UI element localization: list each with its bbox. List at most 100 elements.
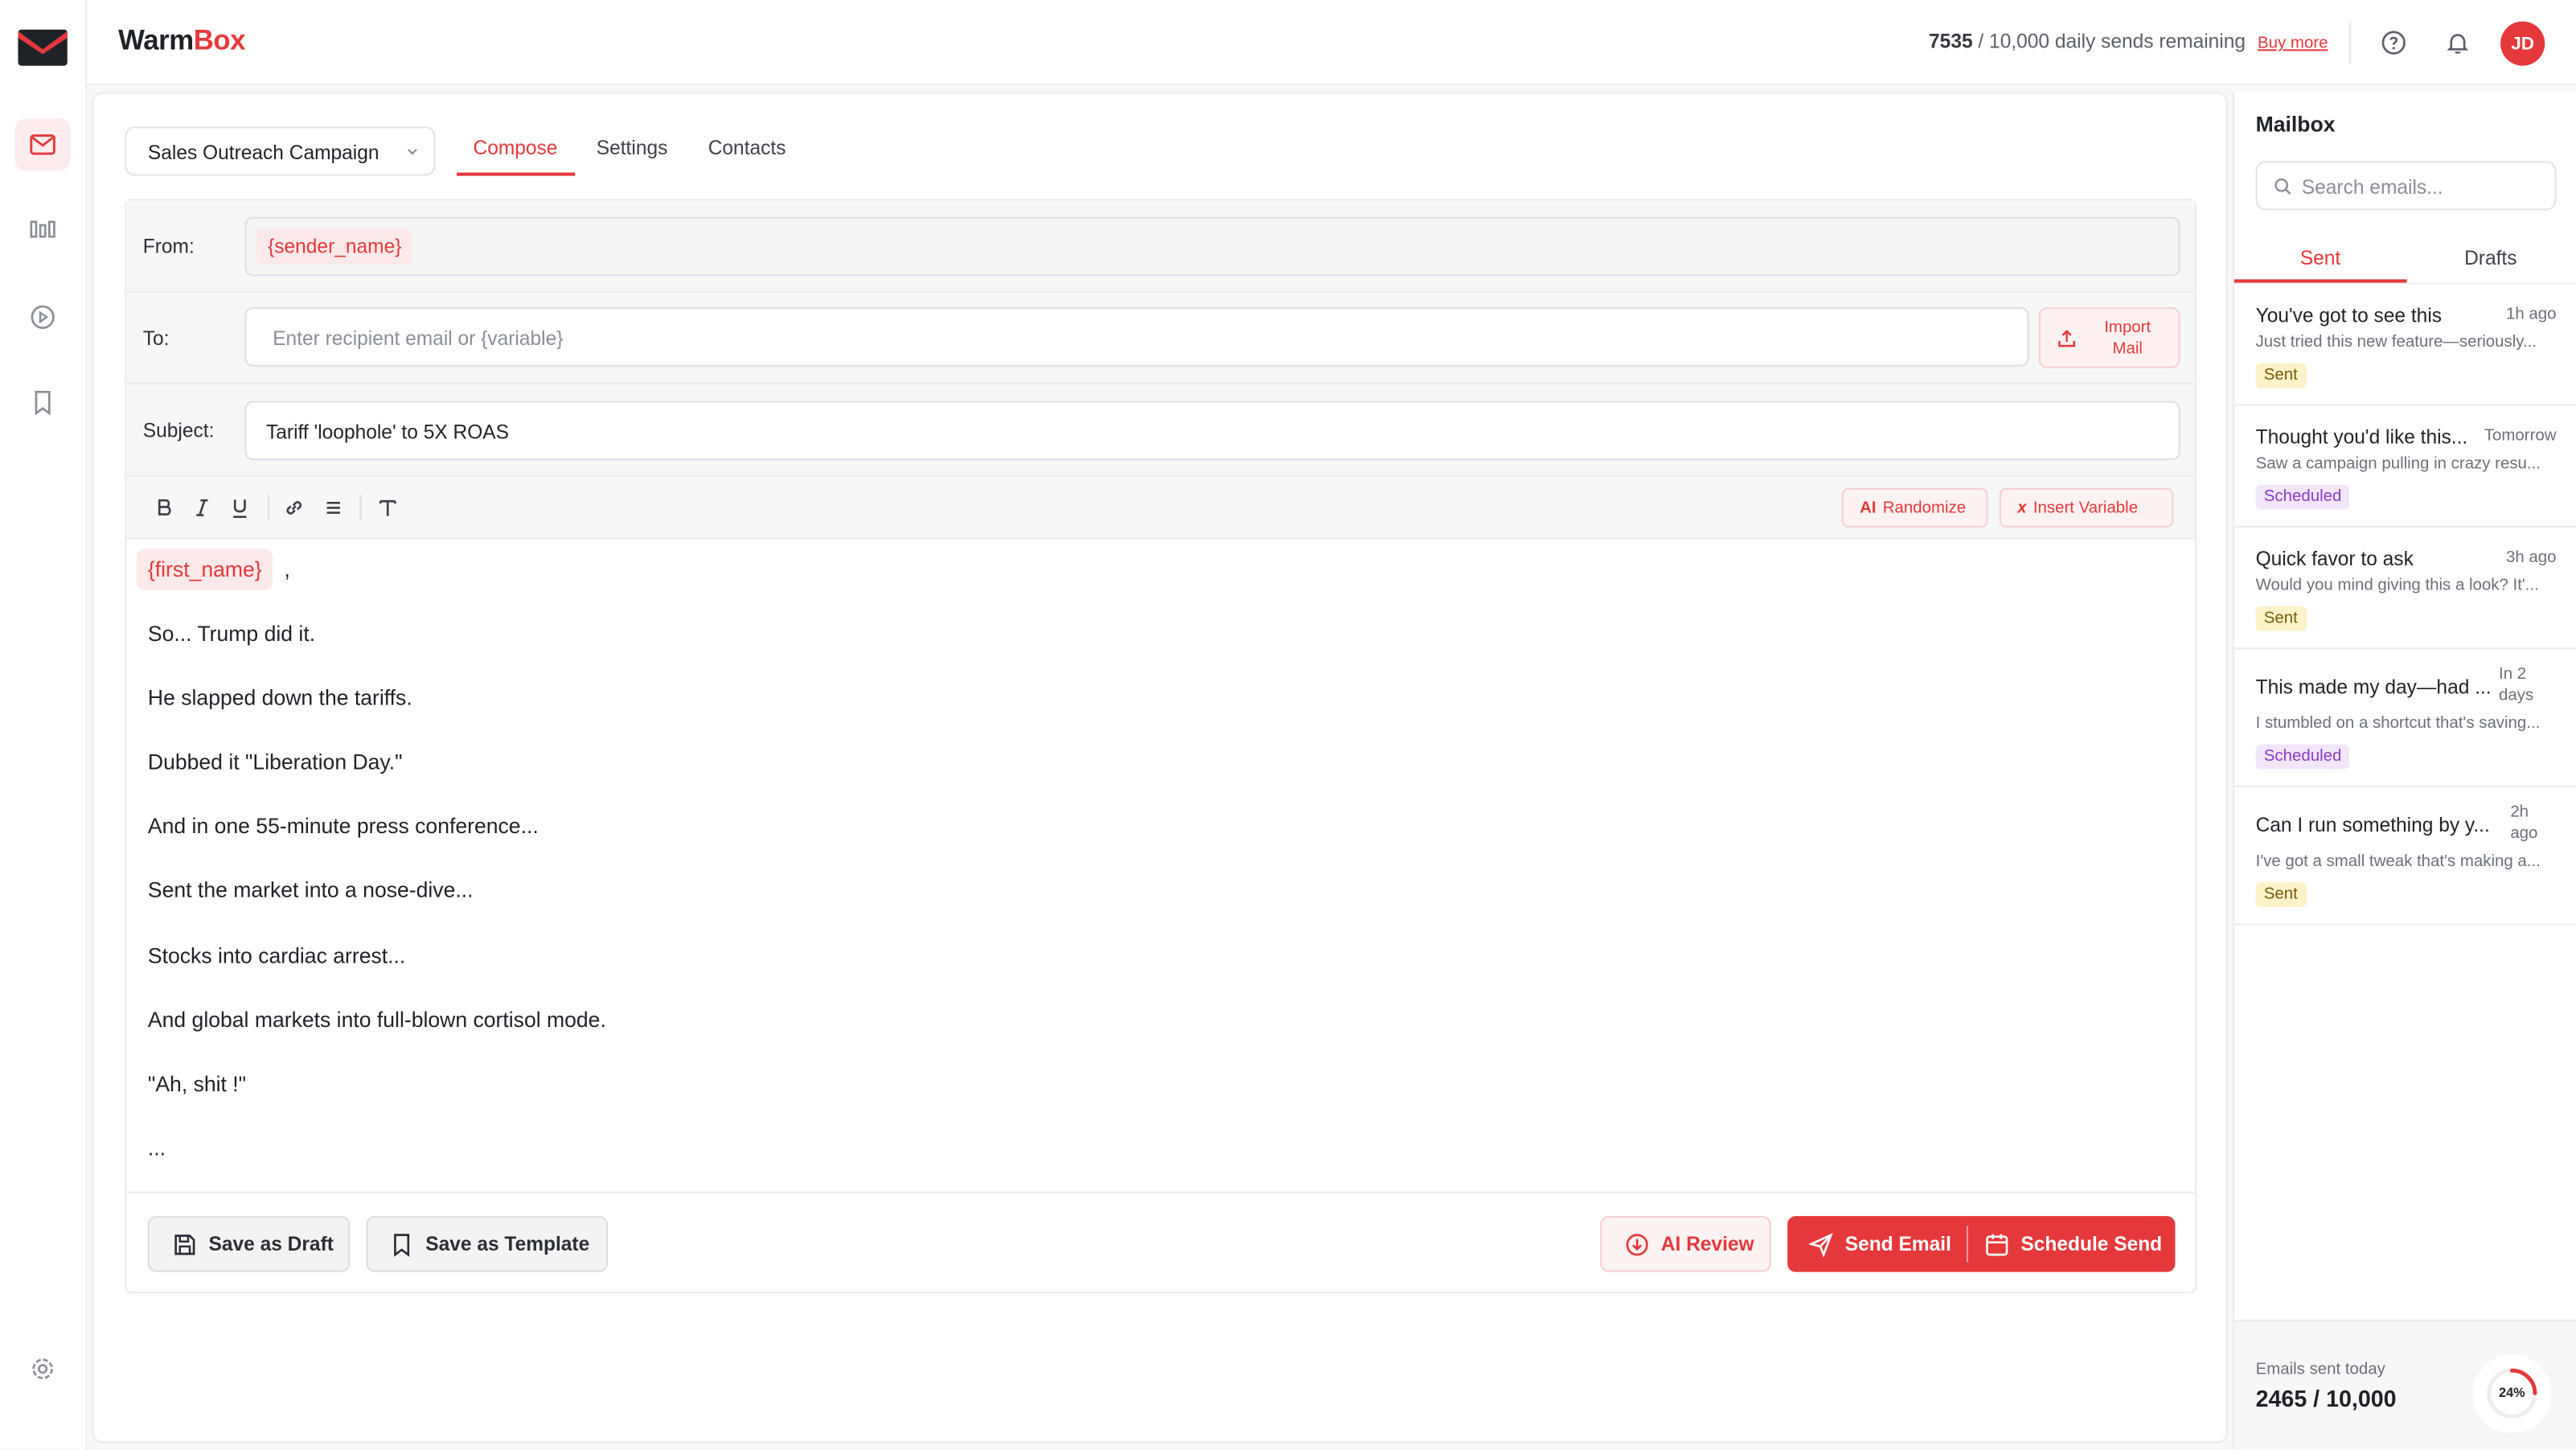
sends-text: / 10,000 daily sends remaining	[1972, 29, 2246, 53]
recipient-input[interactable]: Enter recipient email or {variable}	[244, 307, 2029, 367]
top-header: WarmBox 7535 / 10,000 daily sends remain…	[87, 0, 2576, 86]
subject-input[interactable]: Tariff 'loophole' to 5X ROAS	[244, 400, 2180, 461]
body-line: "Ah, shit !"	[147, 1071, 247, 1096]
help-icon[interactable]	[2377, 27, 2410, 60]
underline-icon[interactable]	[228, 496, 252, 520]
bold-icon[interactable]	[153, 496, 176, 520]
mail-list-item[interactable]: Quick favor to ask 3h ago Would you mind…	[2234, 528, 2576, 650]
mail-preview: I've got a small tweak that's making a..…	[2255, 852, 2541, 872]
nav-bookmark-icon[interactable]	[14, 376, 70, 429]
body-line: And global markets into full-blown corti…	[147, 1007, 606, 1033]
send-icon	[1808, 1232, 1833, 1257]
composer-footer-divider	[126, 1191, 2195, 1193]
mail-time: 3h ago	[2506, 548, 2557, 567]
tab-compose[interactable]: Compose	[473, 137, 557, 176]
mail-list-item[interactable]: You've got to see this 1h ago Just tried…	[2234, 285, 2576, 406]
status-badge: Sent	[2255, 606, 2307, 631]
italic-icon[interactable]	[191, 496, 214, 520]
from-field[interactable]: {sender_name}	[244, 216, 2180, 277]
brand-part-1: Warm	[118, 24, 194, 56]
app-root: WarmBox 7535 / 10,000 daily sends remain…	[0, 0, 2576, 1450]
from-label: From:	[142, 235, 195, 258]
notifications-bell-icon[interactable]	[2441, 27, 2474, 60]
ai-randomize-label: Randomize	[1882, 499, 1967, 518]
sends-count: 7535	[1929, 29, 1973, 53]
body-line: ...	[147, 1135, 166, 1160]
upload-icon	[2058, 330, 2076, 347]
sent-today-value: 2465 / 10,000	[2255, 1385, 2397, 1412]
left-rail	[0, 0, 88, 1450]
mailbox-panel: Mailbox Search emails... Sent Drafts You…	[2232, 92, 2576, 1450]
send-email-button[interactable]: Send Email	[1787, 1216, 1968, 1272]
mail-list-item[interactable]: Can I run something by y... 2h ago I've …	[2234, 787, 2576, 926]
mail-subject: Can I run something by y...	[2255, 813, 2490, 837]
mail-preview: I stumbled on a shortcut that's saving..…	[2255, 714, 2541, 733]
sent-today-label: Emails sent today	[2255, 1360, 2385, 1379]
search-placeholder: Search emails...	[2301, 175, 2443, 199]
mail-time: Tomorrow	[2484, 427, 2557, 446]
save-disk-icon	[174, 1234, 195, 1255]
mail-preview: Would you mind giving this a look? It'..…	[2255, 577, 2539, 595]
mail-subject: This made my day—had ...	[2255, 675, 2492, 699]
status-badge: Sent	[2255, 882, 2307, 907]
mailbox-search-input[interactable]: Search emails...	[2255, 161, 2557, 211]
to-row: To: Enter recipient email or {variable} …	[126, 292, 2195, 385]
body-line: And in one 55-minute press conference...	[147, 813, 539, 839]
link-icon[interactable]	[282, 496, 306, 520]
body-line: Sent the market into a nose-dive...	[147, 877, 474, 902]
import-mail-button[interactable]: Import Mail	[2038, 307, 2180, 368]
search-icon	[2275, 178, 2291, 195]
mail-subject: Quick favor to ask	[2255, 547, 2414, 571]
mailbox-tab-underline	[2234, 279, 2407, 283]
ai-review-icon	[1626, 1233, 1648, 1255]
email-composer: From: {sender_name} To: Enter recipient …	[125, 199, 2197, 1294]
mailbox-tab-drafts[interactable]: Drafts	[2464, 247, 2517, 270]
tab-contacts[interactable]: Contacts	[708, 137, 786, 176]
mail-list-item[interactable]: This made my day—had ... In 2 days I stu…	[2234, 649, 2576, 787]
ai-randomize-button[interactable]: AI Randomize	[1841, 487, 1988, 528]
app-logo-icon[interactable]	[16, 27, 68, 69]
brand-part-2: Box	[193, 24, 246, 56]
greeting-comma: ,	[284, 557, 290, 582]
body-line: He slapped down the tariffs.	[147, 685, 412, 710]
mail-subject: Thought you'd like this...	[2255, 425, 2468, 449]
buy-more-link[interactable]: Buy more	[2258, 35, 2328, 52]
nav-chart-icon[interactable]	[14, 202, 70, 254]
save-template-button[interactable]: Save as Template	[366, 1216, 609, 1272]
brand-title: WarmBox	[118, 25, 245, 58]
tab-compose-underline	[457, 172, 576, 176]
status-badge: Scheduled	[2255, 744, 2350, 770]
mail-time: In 2 days	[2499, 665, 2534, 705]
campaign-select[interactable]: Sales Outreach Campaign	[125, 126, 436, 176]
save-draft-button[interactable]: Save as Draft	[147, 1216, 351, 1272]
mail-time: 1h ago	[2506, 306, 2557, 324]
calendar-icon	[1986, 1233, 2008, 1255]
mail-preview: Just tried this new feature—seriously...	[2255, 333, 2537, 352]
save-template-label: Save as Template	[425, 1232, 590, 1256]
compose-main: Sales Outreach Campaign Compose Settings…	[92, 92, 2228, 1444]
schedule-send-button[interactable]: Schedule Send	[1967, 1216, 2176, 1272]
daily-sends-remaining: 7535 / 10,000 daily sends remaining Buy …	[1929, 30, 2328, 53]
ai-randomize-icon: AI	[1860, 499, 1877, 518]
mail-list-item[interactable]: Thought you'd like this... Tomorrow Saw …	[2234, 406, 2576, 528]
insert-variable-button[interactable]: x Insert Variable	[1999, 487, 2174, 528]
user-avatar[interactable]: JD	[2500, 21, 2545, 66]
campaign-select-value: Sales Outreach Campaign	[147, 141, 379, 165]
first-name-chip: {first_name}	[136, 548, 273, 590]
nav-mail-icon[interactable]	[14, 118, 71, 171]
text-format-icon[interactable]	[376, 496, 400, 520]
list-icon[interactable]	[322, 496, 346, 520]
ai-review-button[interactable]: AI Review	[1600, 1216, 1771, 1272]
chevron-down-icon	[407, 149, 417, 155]
send-email-label: Send Email	[1844, 1232, 1951, 1256]
mailbox-tab-sent[interactable]: Sent	[2300, 247, 2340, 270]
tab-settings[interactable]: Settings	[597, 137, 668, 176]
mail-preview: Saw a campaign pulling in crazy resu...	[2255, 455, 2541, 474]
to-label: To:	[142, 327, 170, 351]
settings-gear-icon[interactable]	[14, 1342, 70, 1395]
header-divider	[2349, 21, 2352, 64]
nav-play-icon[interactable]	[14, 291, 70, 343]
body-line: Dubbed it "Liberation Day."	[147, 749, 403, 774]
sender-name-chip: {sender_name}	[256, 228, 413, 265]
subject-row: Subject: Tariff 'loophole' to 5X ROAS	[126, 384, 2195, 477]
